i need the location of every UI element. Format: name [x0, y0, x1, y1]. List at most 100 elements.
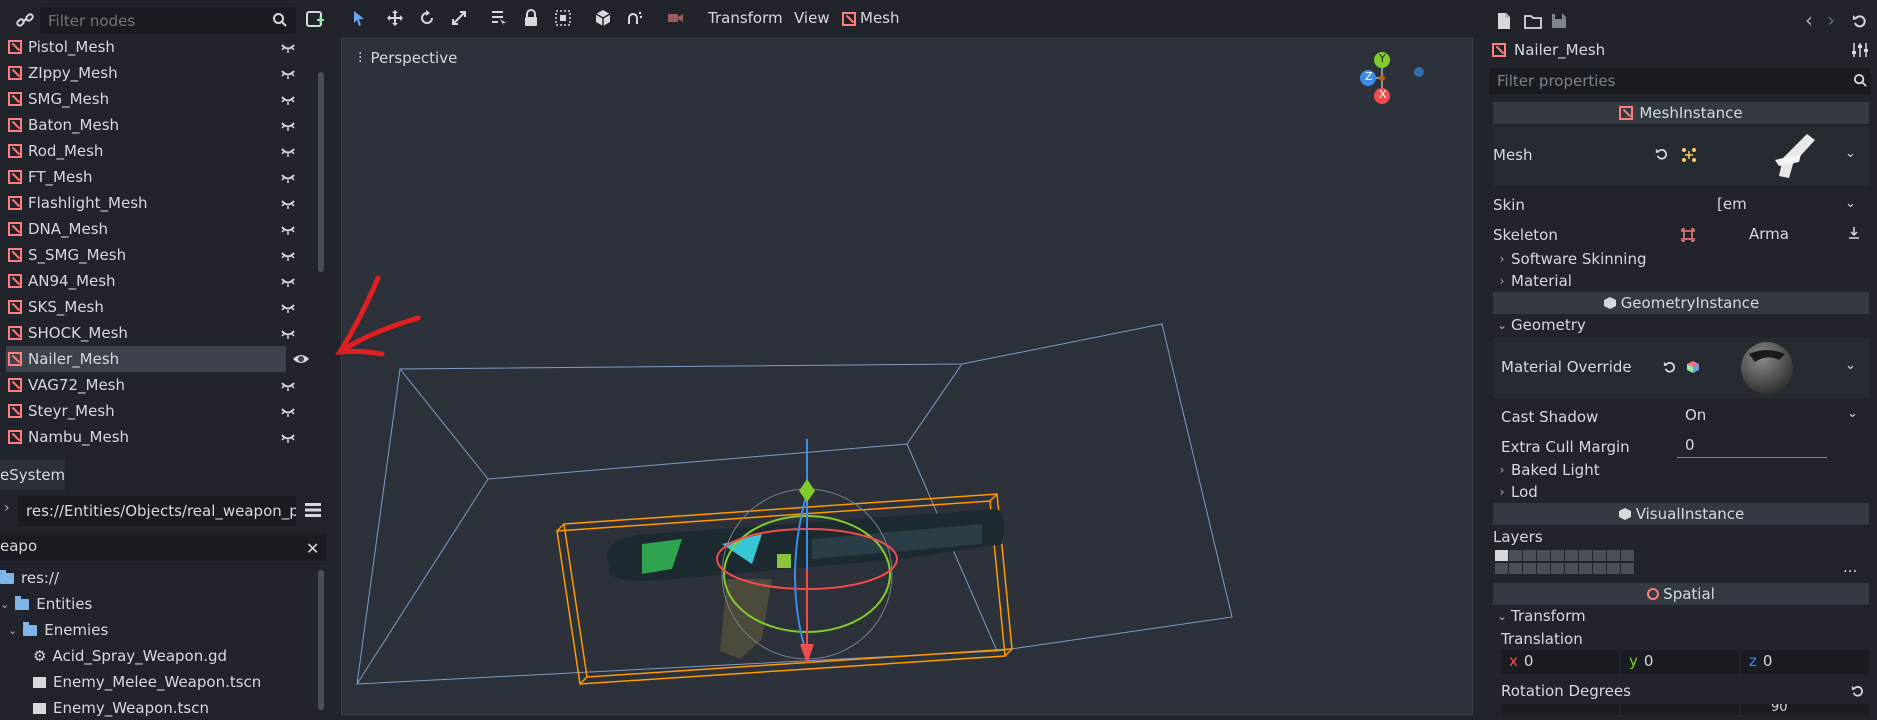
revert-icon[interactable] [1851, 684, 1865, 698]
chevron-down-icon[interactable]: ⌄ [1845, 196, 1856, 211]
visibility-icon[interactable] [280, 404, 296, 418]
group-lod[interactable]: › Lod [1493, 481, 1869, 503]
local-space-icon[interactable] [593, 8, 613, 28]
chevron-down-icon[interactable]: ⌄ [1847, 406, 1858, 421]
menu-transform[interactable]: Transform [708, 9, 783, 27]
fs-item[interactable]: Enemy_Melee_Weapon.tscn [33, 670, 261, 694]
history-menu-icon[interactable] [1851, 12, 1869, 30]
fs-item[interactable]: res:// [0, 566, 59, 590]
filter-properties-input[interactable]: Filter properties [1489, 68, 1871, 94]
tree-item[interactable]: S_SMG_Mesh [0, 242, 318, 268]
object-properties-icon[interactable] [1851, 42, 1869, 58]
tree-item[interactable]: Flashlight_Mesh [0, 190, 318, 216]
assign-node-icon[interactable] [1847, 226, 1861, 240]
group-geometry[interactable]: ⌄ Geometry [1493, 314, 1869, 336]
lock-icon[interactable] [521, 8, 541, 28]
cast-shadow-select[interactable]: On [1677, 404, 1861, 428]
visibility-icon[interactable] [280, 196, 296, 210]
tree-item[interactable]: Pistol_Mesh [0, 34, 318, 60]
tree-item[interactable]: Steyr_Mesh [0, 398, 318, 424]
group-material[interactable]: › Material [1493, 270, 1869, 292]
layers-grid[interactable] [1495, 550, 1645, 578]
chevron-down-icon[interactable]: ⌄ [1845, 146, 1856, 161]
translation-y-field[interactable]: y0 [1621, 650, 1739, 674]
move-tool-icon[interactable] [385, 8, 405, 28]
visibility-icon[interactable] [280, 118, 296, 132]
skin-field[interactable]: [em [1677, 193, 1857, 217]
open-folder-icon[interactable] [1524, 13, 1542, 29]
list-select-icon[interactable] [489, 8, 509, 28]
tree-item[interactable]: SHOCK_Mesh [0, 320, 318, 346]
filter-nodes-input[interactable] [40, 7, 296, 34]
mesh-preview-thumbnail[interactable] [1709, 128, 1849, 184]
tree-item-selected[interactable]: Nailer_Mesh [6, 346, 309, 372]
translation-z-field[interactable]: z0 [1741, 650, 1869, 674]
save-icon[interactable] [1550, 12, 1568, 30]
visibility-icon[interactable] [280, 300, 296, 314]
section-visualinstance[interactable]: VisualInstance [1493, 503, 1869, 525]
translation-x-field[interactable]: x0 [1501, 650, 1619, 674]
history-forward-icon[interactable]: › [1827, 8, 1835, 32]
layers-more-button[interactable]: ... [1843, 558, 1857, 576]
link-icon[interactable] [16, 11, 34, 29]
tree-item[interactable]: Nambu_Mesh [0, 424, 318, 450]
section-meshinstance[interactable]: MeshInstance [1493, 102, 1869, 124]
tree-item[interactable]: SKS_Mesh [0, 294, 318, 320]
scale-tool-icon[interactable] [449, 8, 469, 28]
visibility-icon[interactable] [280, 170, 296, 184]
tree-item[interactable]: Baton_Mesh [0, 112, 318, 138]
fs-item[interactable]: ⚙ Acid_Spray_Weapon.gd [33, 644, 227, 668]
3d-viewport[interactable]: · · · Perspective Y Z X [341, 38, 1473, 715]
tree-item[interactable]: Rod_Mesh [0, 138, 318, 164]
tree-item[interactable]: DNA_Mesh [0, 216, 318, 242]
chevron-right-icon[interactable]: › [4, 500, 10, 516]
new-resource-icon[interactable] [1496, 12, 1512, 30]
rotation-z-field[interactable]: 90 [1741, 704, 1869, 715]
visibility-icon[interactable] [280, 222, 296, 236]
camera-preview-icon[interactable] [665, 8, 685, 28]
filesystem-scrollbar[interactable] [318, 570, 324, 710]
visibility-open-icon[interactable] [292, 352, 310, 366]
chevron-down-icon[interactable]: ⌄ [1845, 358, 1856, 373]
select-tool-icon[interactable] [349, 8, 369, 28]
group-icon[interactable] [553, 8, 573, 28]
section-geometryinstance[interactable]: GeometryInstance [1493, 292, 1869, 314]
menu-mesh[interactable]: Mesh [860, 9, 900, 27]
fs-item[interactable]: ⌄ Enemies [8, 618, 108, 642]
visibility-icon[interactable] [280, 92, 296, 106]
rotation-y-field[interactable] [1621, 704, 1739, 715]
menu-view[interactable]: View [794, 9, 830, 27]
group-baked-light[interactable]: › Baked Light [1493, 459, 1869, 481]
snap-icon[interactable] [625, 8, 645, 28]
fs-item[interactable]: ⌄ Entities [0, 592, 92, 616]
tab-filesystem[interactable]: eSystem [0, 460, 65, 490]
tree-item[interactable]: VAG72_Mesh [0, 372, 318, 398]
perspective-menu[interactable]: · · · Perspective [358, 47, 457, 69]
split-mode-icon[interactable] [304, 502, 322, 518]
tree-item[interactable]: FT_Mesh [0, 164, 318, 190]
instance-scene-icon[interactable] [305, 10, 325, 30]
tree-item[interactable]: SMG_Mesh [0, 86, 318, 112]
group-transform[interactable]: ⌄ Transform [1493, 605, 1869, 627]
section-spatial[interactable]: Spatial [1493, 583, 1869, 605]
visibility-icon[interactable] [280, 144, 296, 158]
tree-item[interactable]: ZIppy_Mesh [0, 60, 318, 86]
clear-search-icon[interactable]: ✕ [306, 539, 319, 558]
visibility-icon[interactable] [280, 430, 296, 444]
filesystem-path-field[interactable]: res://Entities/Objects/real_weapon_pick [18, 496, 296, 526]
group-software-skinning[interactable]: › Software Skinning [1493, 248, 1869, 270]
fs-item[interactable]: Enemy_Weapon.tscn [33, 696, 209, 720]
history-back-icon[interactable]: ‹ [1805, 8, 1813, 32]
visibility-icon[interactable] [280, 326, 296, 340]
rotation-x-field[interactable] [1501, 704, 1619, 715]
skeleton-field[interactable]: Arma [1709, 223, 1829, 247]
visibility-icon[interactable] [280, 248, 296, 262]
scene-tree-scrollbar[interactable] [318, 72, 324, 272]
revert-icon[interactable] [1663, 360, 1677, 374]
filesystem-search-input[interactable]: eapo [0, 533, 326, 561]
visibility-icon[interactable] [280, 40, 296, 54]
visibility-icon[interactable] [280, 66, 296, 80]
revert-icon[interactable] [1655, 147, 1669, 161]
visibility-icon[interactable] [280, 378, 296, 392]
extra-cull-margin-field[interactable]: 0 [1677, 434, 1827, 458]
